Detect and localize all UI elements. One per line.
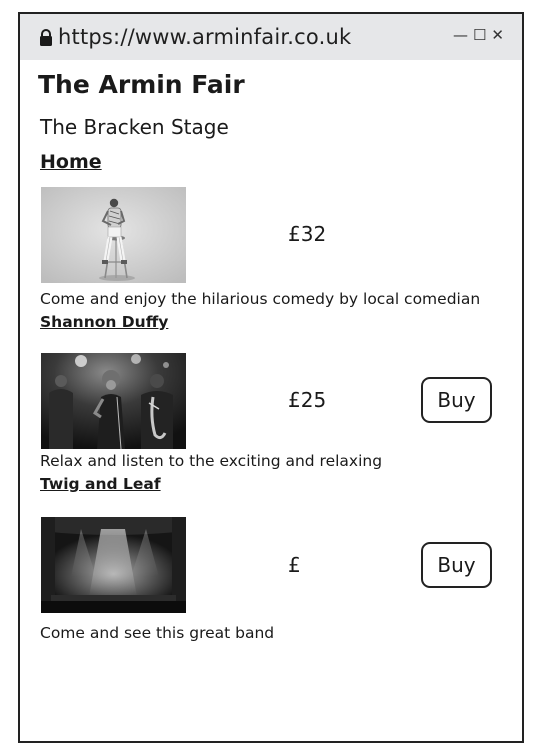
lock-icon <box>40 29 52 46</box>
stage-name: The Bracken Stage <box>40 115 229 139</box>
performer-link[interactable]: Twig and Leaf <box>40 475 161 493</box>
event-description: Relax and listen to the exciting and rel… <box>40 452 383 470</box>
event-description: Come and see this great band <box>40 624 275 642</box>
browser-window: https://www.arminfair.co.uk — ☐ ✕ The Ar… <box>18 12 524 743</box>
stage-photo <box>41 517 186 613</box>
event-price: £ <box>288 553 301 577</box>
page-title: The Armin Fair <box>38 70 245 99</box>
event-price: £32 <box>288 222 327 246</box>
window-controls: — ☐ ✕ <box>453 27 504 43</box>
event-price: £25 <box>288 388 327 412</box>
home-link[interactable]: Home <box>40 151 102 173</box>
performer-link[interactable]: Shannon Duffy <box>40 313 168 331</box>
jazz-band-photo <box>41 353 186 449</box>
minimize-icon[interactable]: — <box>453 27 468 43</box>
close-icon[interactable]: ✕ <box>491 27 504 43</box>
browser-title-bar: https://www.arminfair.co.uk — ☐ ✕ <box>20 14 522 60</box>
event-description: Come and enjoy the hilarious comedy by l… <box>40 290 481 308</box>
buy-button[interactable]: Buy <box>421 542 492 588</box>
address-bar-url[interactable]: https://www.arminfair.co.uk <box>58 25 351 49</box>
maximize-icon[interactable]: ☐ <box>473 27 486 43</box>
buy-button[interactable]: Buy <box>421 377 492 423</box>
comedian-photo <box>41 187 186 283</box>
